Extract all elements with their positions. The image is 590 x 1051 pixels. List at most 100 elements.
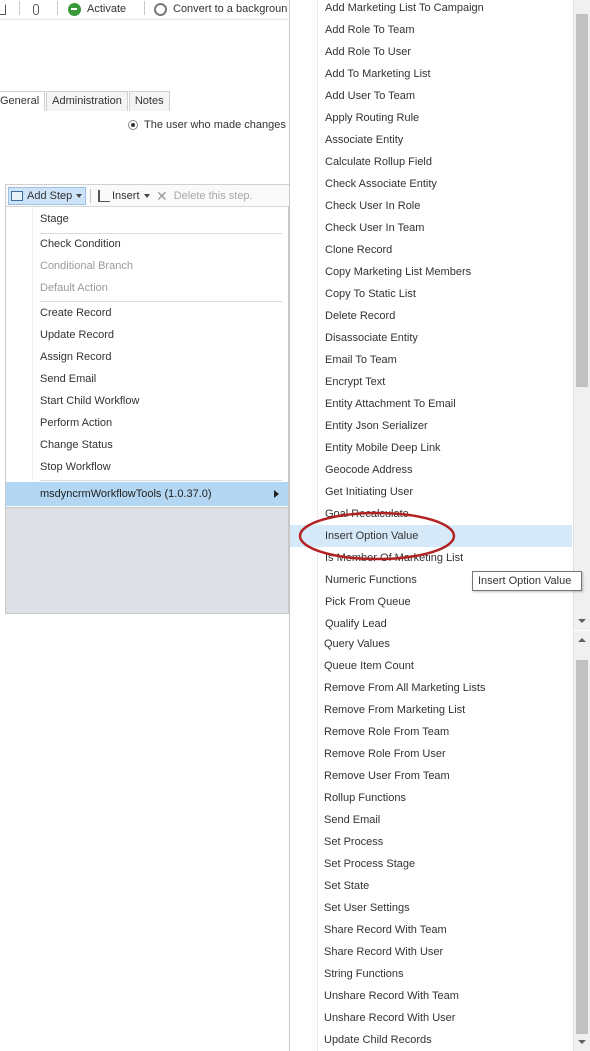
submenu-item-update-child-records[interactable]: Update Child Records — [290, 1029, 572, 1051]
submenu-item-email-to-team[interactable]: Email To Team — [290, 349, 572, 371]
submenu-item-remove-role-from-user[interactable]: Remove Role From User — [290, 743, 572, 765]
submenu-item-share-record-with-team[interactable]: Share Record With Team — [290, 919, 572, 941]
scrollbar-lower[interactable] — [573, 631, 590, 1051]
submenu-item-label: Entity Mobile Deep Link — [325, 442, 441, 454]
submenu-item-send-email[interactable]: Send Email — [290, 809, 572, 831]
submenu-item-label: Check User In Team — [325, 222, 425, 234]
submenu-item-pick-from-queue[interactable]: Pick From Queue — [290, 591, 572, 613]
submenu-item-label: Set User Settings — [324, 902, 410, 914]
menu-item-create-record[interactable]: Create Record — [40, 303, 112, 323]
scrollbar-thumb[interactable] — [576, 660, 588, 1034]
submenu-item-string-functions[interactable]: String Functions — [290, 963, 572, 985]
submenu-item-label: Send Email — [324, 814, 381, 826]
submenu-item-get-initiating-user[interactable]: Get Initiating User — [290, 481, 572, 503]
submenu-item-label: Numeric Functions — [325, 574, 417, 586]
submenu-item-add-user-to-team[interactable]: Add User To Team — [290, 85, 572, 107]
workflow-tools-submenu: Add Marketing List To Campaign Add Role T… — [289, 0, 590, 1051]
document-icon[interactable] — [0, 0, 6, 18]
scrollbar-thumb[interactable] — [576, 14, 588, 387]
submenu-item-goal-recalculate[interactable]: Goal Recalculate — [290, 503, 572, 525]
add-step-icon — [11, 191, 23, 201]
menu-item-stop-workflow[interactable]: Stop Workflow — [40, 457, 111, 477]
add-step-menu: Stage Check Condition Conditional Branch… — [5, 206, 289, 508]
activate-button[interactable]: Activate — [68, 0, 126, 18]
submenu-item-entity-json-serializer[interactable]: Entity Json Serializer — [290, 415, 572, 437]
insert-icon — [98, 190, 110, 202]
submenu-item-add-marketing-list-to-campaign[interactable]: Add Marketing List To Campaign — [290, 0, 572, 19]
submenu-item-insert-option-value[interactable]: Insert Option Value — [290, 525, 572, 547]
submenu-item-add-role-to-user[interactable]: Add Role To User — [290, 41, 572, 63]
menu-item-change-status[interactable]: Change Status — [40, 435, 113, 455]
submenu-item-clone-record[interactable]: Clone Record — [290, 239, 572, 261]
submenu-item-rollup-functions[interactable]: Rollup Functions — [290, 787, 572, 809]
submenu-item-encrypt-text[interactable]: Encrypt Text — [290, 371, 572, 393]
submenu-item-query-values[interactable]: Query Values — [290, 633, 572, 655]
tab-notes[interactable]: Notes — [128, 91, 170, 111]
convert-background-button[interactable]: Convert to a backgroun — [154, 0, 287, 18]
toolbar-separator — [90, 189, 91, 203]
toolbar-separator — [57, 1, 58, 15]
activate-label: Activate — [87, 3, 127, 15]
submenu-item-remove-from-all-marketing-lists[interactable]: Remove From All Marketing Lists — [290, 677, 572, 699]
add-step-button[interactable]: Add Step — [8, 187, 86, 205]
submenu-item-copy-marketing-list-members[interactable]: Copy Marketing List Members — [290, 261, 572, 283]
menu-item-perform-action[interactable]: Perform Action — [40, 413, 112, 433]
submenu-item-set-state[interactable]: Set State — [290, 875, 572, 897]
submenu-item-label: Share Record With Team — [324, 924, 447, 936]
submenu-item-qualify-lead[interactable]: Qualify Lead — [290, 613, 572, 635]
submenu-item-share-record-with-user[interactable]: Share Record With User — [290, 941, 572, 963]
tooltip: Insert Option Value — [472, 571, 582, 591]
submenu-item-add-role-to-team[interactable]: Add Role To Team — [290, 19, 572, 41]
submenu-item-remove-user-from-team[interactable]: Remove User From Team — [290, 765, 572, 787]
scroll-up-icon[interactable] — [578, 638, 586, 642]
menu-item-check-condition[interactable]: Check Condition — [40, 234, 121, 254]
submenu-item-label: Remove User From Team — [324, 770, 450, 782]
scroll-down-icon[interactable] — [578, 1040, 586, 1044]
submenu-item-unshare-record-with-team[interactable]: Unshare Record With Team — [290, 985, 572, 1007]
menu-item-send-email[interactable]: Send Email — [40, 369, 96, 389]
submenu-item-entity-mobile-deep-link[interactable]: Entity Mobile Deep Link — [290, 437, 572, 459]
submenu-item-disassociate-entity[interactable]: Disassociate Entity — [290, 327, 572, 349]
submenu-item-copy-to-static-list[interactable]: Copy To Static List — [290, 283, 572, 305]
tab-administration[interactable]: Administration — [46, 91, 128, 111]
insert-button[interactable]: Insert — [98, 188, 150, 204]
submenu-item-apply-routing-rule[interactable]: Apply Routing Rule — [290, 107, 572, 129]
submenu-item-is-member-of-marketing-list[interactable]: Is Member Of Marketing List — [290, 547, 572, 569]
menu-item-assign-record[interactable]: Assign Record — [40, 347, 112, 367]
submenu-item-set-process[interactable]: Set Process — [290, 831, 572, 853]
menu-item-stage[interactable]: Stage — [40, 209, 69, 229]
scrollbar-upper[interactable] — [573, 0, 590, 630]
scroll-down-icon[interactable] — [578, 619, 586, 623]
submenu-item-label: Qualify Lead — [325, 618, 387, 630]
add-step-label: Add Step — [27, 190, 73, 202]
menu-icon-gutter — [32, 207, 33, 481]
delete-step-button[interactable]: ✕ Delete this step. — [156, 188, 253, 204]
submenu-item-check-associate-entity[interactable]: Check Associate Entity — [290, 173, 572, 195]
tab-general[interactable]: General — [0, 91, 46, 111]
submenu-item-label: Apply Routing Rule — [325, 112, 420, 124]
submenu-item-check-user-in-team[interactable]: Check User In Team — [290, 217, 572, 239]
submenu-item-label: Share Record With User — [324, 946, 444, 958]
menu-item-update-record[interactable]: Update Record — [40, 325, 114, 345]
submenu-item-queue-item-count[interactable]: Queue Item Count — [290, 655, 572, 677]
submenu-item-delete-record[interactable]: Delete Record — [290, 305, 572, 327]
submenu-item-set-user-settings[interactable]: Set User Settings — [290, 897, 572, 919]
submenu-item-unshare-record-with-user[interactable]: Unshare Record With User — [290, 1007, 572, 1029]
submenu-item-label: Unshare Record With Team — [324, 990, 459, 1002]
submenu-item-label: Remove Role From Team — [324, 726, 450, 738]
submenu-item-geocode-address[interactable]: Geocode Address — [290, 459, 572, 481]
scope-radio-option[interactable]: The user who made changes t — [128, 117, 290, 133]
menu-item-workflow-tools[interactable]: msdyncrmWorkflowTools (1.0.37.0) — [6, 482, 288, 506]
submenu-item-set-process-stage[interactable]: Set Process Stage — [290, 853, 572, 875]
submenu-item-associate-entity[interactable]: Associate Entity — [290, 129, 572, 151]
menu-item-start-child-workflow[interactable]: Start Child Workflow — [40, 391, 139, 411]
radio-selected-icon[interactable] — [128, 120, 138, 130]
attach-icon[interactable] — [33, 0, 39, 18]
submenu-item-add-to-marketing-list[interactable]: Add To Marketing List — [290, 63, 572, 85]
submenu-item-calculate-rollup-field[interactable]: Calculate Rollup Field — [290, 151, 572, 173]
submenu-item-check-user-in-role[interactable]: Check User In Role — [290, 195, 572, 217]
submenu-item-entity-attachment-to-email[interactable]: Entity Attachment To Email — [290, 393, 572, 415]
submenu-item-remove-role-from-team[interactable]: Remove Role From Team — [290, 721, 572, 743]
submenu-item-remove-from-marketing-list[interactable]: Remove From Marketing List — [290, 699, 572, 721]
submenu-item-label: Get Initiating User — [325, 486, 414, 498]
